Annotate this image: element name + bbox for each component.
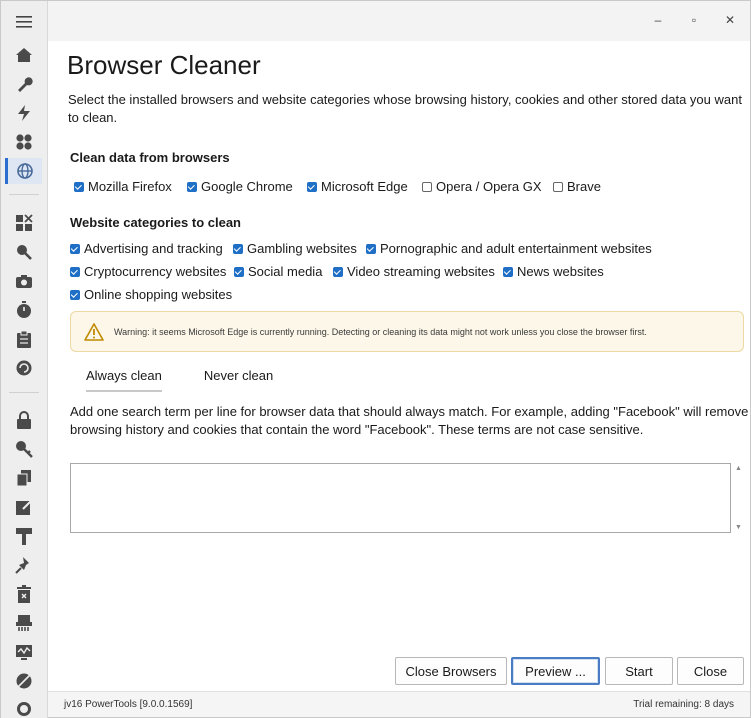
checkbox-box[interactable] — [70, 266, 80, 277]
checkbox-opera[interactable]: Opera / Opera GX — [422, 179, 542, 194]
scroll-up-icon[interactable]: ▲ — [735, 465, 742, 472]
warning-icon — [84, 322, 104, 341]
checkbox-box[interactable] — [307, 181, 317, 192]
checkbox-box[interactable] — [187, 181, 197, 192]
browsers-heading: Clean data from browsers — [70, 150, 230, 165]
tab-always-clean[interactable]: Always clean — [86, 366, 162, 392]
power-icon[interactable] — [5, 695, 42, 718]
copy-icon[interactable] — [5, 465, 42, 491]
checkbox-box[interactable] — [70, 243, 80, 254]
checkbox-chrome[interactable]: Google Chrome — [187, 179, 293, 194]
close-browsers-button[interactable]: Close Browsers — [395, 657, 507, 685]
version-label: jv16 PowerTools [9.0.0.1569] — [64, 699, 193, 710]
page-subtitle: Select the installed browsers and websit… — [68, 92, 742, 125]
title-bar: – ▫ ✕ — [48, 1, 750, 41]
pin-icon[interactable] — [5, 552, 42, 578]
checkbox-label: Advertising and tracking — [84, 241, 223, 256]
checkbox-gambling[interactable]: Gambling websites — [233, 241, 357, 256]
checkbox-adult[interactable]: Pornographic and adult entertainment web… — [366, 241, 652, 256]
checkbox-box[interactable] — [234, 266, 244, 277]
main-content: Browser Cleaner Select the installed bro… — [48, 41, 751, 691]
minimize-icon: – — [654, 13, 662, 27]
checkbox-box[interactable] — [70, 289, 80, 300]
checkbox-box[interactable] — [503, 266, 513, 277]
checkbox-label: Pornographic and adult entertainment web… — [380, 241, 652, 256]
wrench-icon[interactable] — [5, 71, 42, 97]
trash-icon[interactable] — [5, 581, 42, 607]
checkbox-edge[interactable]: Microsoft Edge — [307, 179, 408, 194]
grid-x-icon[interactable] — [5, 210, 42, 236]
sidebar-divider — [9, 392, 39, 393]
terms-scrollbar[interactable]: ▲ ▼ — [733, 463, 745, 533]
checkbox-brave[interactable]: Brave — [553, 179, 601, 194]
globe-icon[interactable] — [5, 158, 42, 184]
refresh-icon[interactable] — [5, 355, 42, 381]
checkbox-label: Opera / Opera GX — [436, 179, 542, 194]
checkbox-label: Cryptocurrency websites — [84, 264, 227, 279]
search-icon[interactable] — [5, 239, 42, 265]
apps-icon[interactable] — [5, 129, 42, 155]
categories-heading: Website categories to clean — [70, 215, 241, 230]
shredder-icon[interactable] — [5, 610, 42, 636]
checkbox-crypto[interactable]: Cryptocurrency websites — [70, 264, 226, 279]
checkbox-label: Online shopping websites — [84, 287, 233, 302]
search-terms-input[interactable] — [70, 463, 731, 533]
monitor-icon[interactable] — [5, 639, 42, 665]
warning-text: Warning: it seems Microsoft Edge is curr… — [114, 326, 647, 337]
lock-icon[interactable] — [5, 407, 42, 433]
checkbox-label: Social media — [248, 264, 323, 279]
checkbox-box[interactable] — [553, 181, 563, 192]
clean-tabs: Always clean Never clean — [86, 366, 315, 392]
bolt-icon[interactable] — [5, 100, 42, 126]
preview-button[interactable]: Preview ... — [511, 657, 600, 685]
checkbox-label: News websites — [517, 264, 604, 279]
checkbox-box[interactable] — [366, 243, 376, 254]
checkbox-firefox[interactable]: Mozilla Firefox — [74, 179, 172, 194]
checkbox-advertising[interactable]: Advertising and tracking — [70, 241, 223, 256]
maximize-icon: ▫ — [691, 13, 697, 27]
scroll-down-icon[interactable]: ▼ — [735, 524, 742, 531]
checkbox-video[interactable]: Video streaming websites — [333, 264, 495, 279]
edit-icon[interactable] — [5, 494, 42, 520]
checkbox-box[interactable] — [233, 243, 243, 254]
checkbox-box[interactable] — [422, 181, 432, 192]
hammer-icon[interactable] — [5, 523, 42, 549]
key-icon[interactable] — [5, 436, 42, 462]
warning-banner: Warning: it seems Microsoft Edge is curr… — [70, 311, 744, 352]
checkbox-shopping[interactable]: Online shopping websites — [70, 287, 232, 302]
hamburger-menu-icon[interactable] — [5, 9, 42, 35]
page-title: Browser Cleaner — [67, 50, 261, 80]
terms-description: Add one search term per line for browser… — [70, 404, 751, 437]
close-window-button[interactable]: ✕ — [716, 9, 744, 31]
maximize-button[interactable]: ▫ — [680, 9, 708, 31]
start-button[interactable]: Start — [605, 657, 673, 685]
home-icon[interactable] — [5, 42, 42, 68]
checkbox-social[interactable]: Social media — [234, 264, 322, 279]
app-window: – ▫ ✕ Browser Cleaner Select the install… — [0, 0, 751, 718]
close-button[interactable]: Close — [677, 657, 744, 685]
globe-off-icon[interactable] — [5, 668, 42, 694]
checkbox-news[interactable]: News websites — [503, 264, 604, 279]
sidebar — [1, 1, 48, 718]
checkbox-label: Google Chrome — [201, 179, 293, 194]
checkbox-box[interactable] — [333, 266, 343, 277]
checkbox-label: Gambling websites — [247, 241, 357, 256]
timer-icon[interactable] — [5, 297, 42, 323]
status-bar: jv16 PowerTools [9.0.0.1569] Trial remai… — [48, 691, 750, 717]
close-icon: ✕ — [724, 13, 736, 27]
clipboard-icon[interactable] — [5, 326, 42, 352]
trial-label: Trial remaining: 8 days — [633, 699, 734, 710]
checkbox-label: Microsoft Edge — [321, 179, 408, 194]
tab-never-clean[interactable]: Never clean — [204, 366, 273, 392]
checkbox-label: Mozilla Firefox — [88, 179, 172, 194]
checkbox-box[interactable] — [74, 181, 84, 192]
sidebar-divider — [9, 194, 39, 195]
minimize-button[interactable]: – — [644, 9, 672, 31]
checkbox-label: Brave — [567, 179, 601, 194]
camera-icon[interactable] — [5, 268, 42, 294]
checkbox-label: Video streaming websites — [347, 264, 495, 279]
